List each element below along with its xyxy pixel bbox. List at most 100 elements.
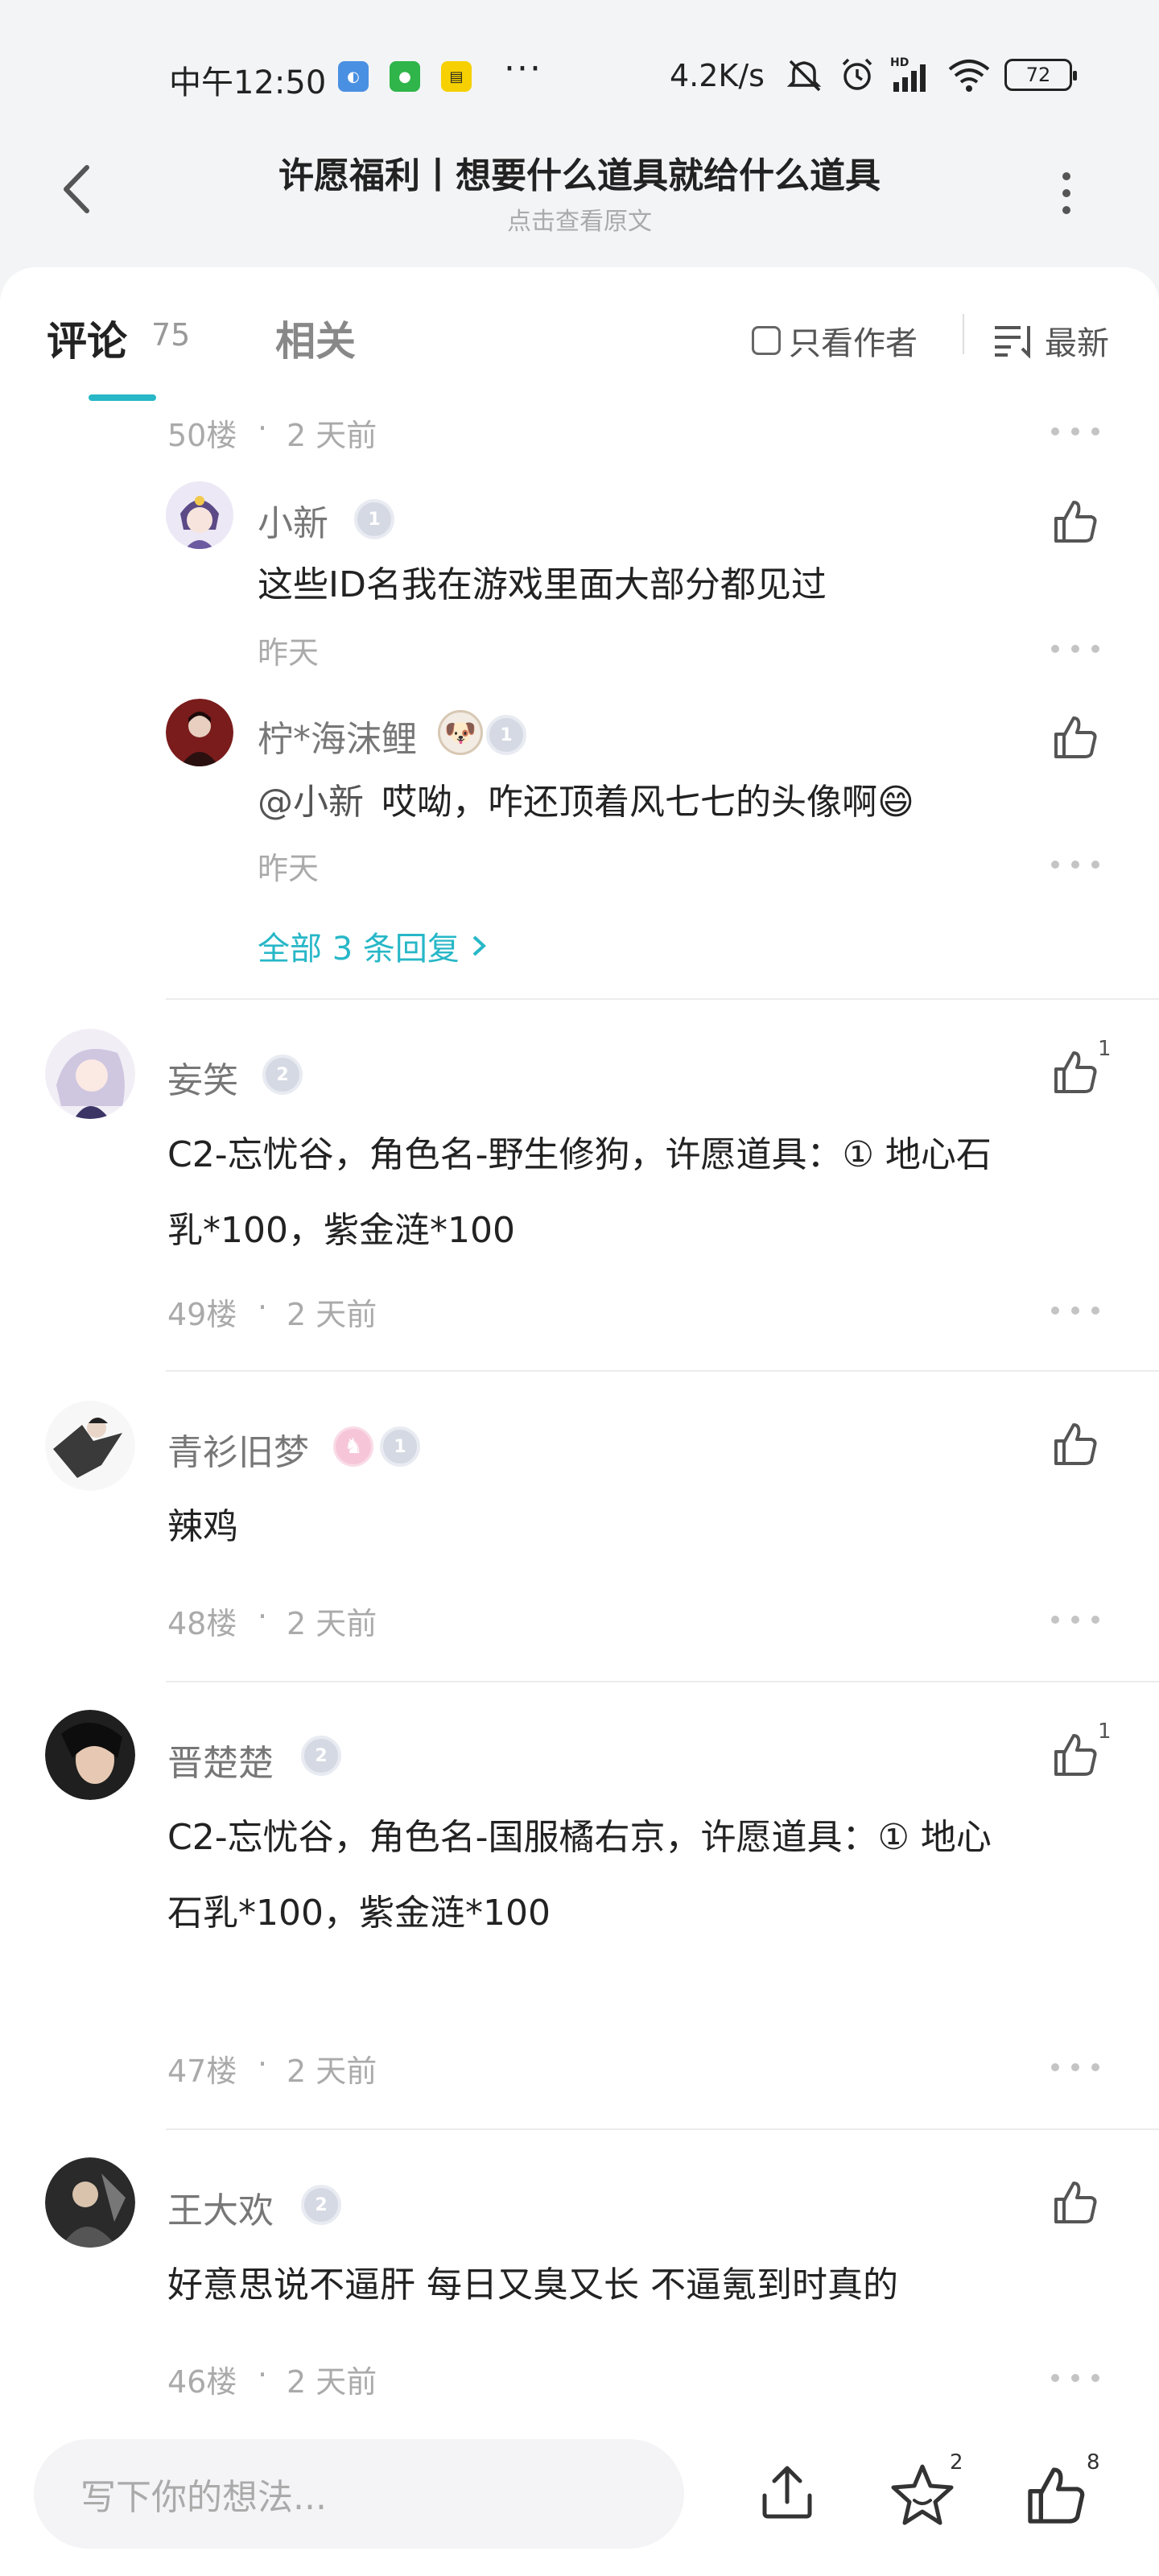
comment-more-button[interactable] bbox=[1051, 423, 1099, 440]
thumbs-up-icon bbox=[1054, 501, 1097, 543]
sort-label: 最新 bbox=[1045, 325, 1109, 362]
divider bbox=[166, 1370, 1159, 1372]
avatar[interactable] bbox=[45, 1401, 135, 1491]
level-badge: 1 bbox=[380, 1426, 420, 1467]
svg-text:HD: HD bbox=[890, 56, 909, 69]
favorite-button[interactable] bbox=[889, 2460, 956, 2528]
comment-input-placeholder: 写下你的想法... bbox=[80, 2477, 327, 2518]
reply-author-name[interactable]: 小新 bbox=[258, 494, 328, 546]
reply-time: 昨天 bbox=[258, 635, 320, 671]
tab-comments[interactable]: 评论 bbox=[47, 309, 127, 367]
avatar-image bbox=[45, 1029, 135, 1119]
network-speed: 4.2K/s bbox=[670, 58, 765, 93]
reply-content-row: @小新 哎呦，咋还顶着风七七的头像啊😄 bbox=[258, 766, 914, 839]
reply-more-button[interactable] bbox=[1051, 857, 1099, 873]
divider bbox=[166, 2128, 1159, 2130]
status-bar: 中午12:50 ◐ ● ▤ ··· 4.2K/s HD 72 bbox=[0, 0, 1159, 145]
sort-button[interactable]: 最新 bbox=[992, 317, 1109, 364]
level-badge: 2 bbox=[301, 1736, 341, 1776]
alarm-icon bbox=[842, 58, 872, 90]
kebab-dot bbox=[1062, 172, 1070, 180]
like-count: 1 bbox=[1098, 1719, 1112, 1744]
reply-author-name[interactable]: 柠*海沫鲤 bbox=[258, 710, 417, 762]
floor-number: 48楼 bbox=[167, 1606, 237, 1641]
thumbs-up-icon bbox=[1028, 2467, 1085, 2524]
level-number: 1 bbox=[500, 724, 513, 745]
avatar[interactable] bbox=[45, 1710, 135, 1800]
avatar-image bbox=[45, 1401, 135, 1491]
wechat-icon: ● bbox=[390, 61, 420, 92]
meta-separator: · bbox=[258, 411, 268, 446]
level-badge: 1 bbox=[486, 715, 526, 755]
view-original-link[interactable]: 点击查看原文 bbox=[177, 201, 982, 237]
sort-icon bbox=[995, 326, 1030, 358]
kebab-dot bbox=[1062, 206, 1070, 214]
reply-more-button[interactable] bbox=[1051, 641, 1099, 657]
signal-hd-icon: HD bbox=[890, 56, 926, 92]
mention-link[interactable]: @小新 bbox=[258, 766, 364, 839]
qq-browser-icon: ◐ bbox=[338, 61, 369, 92]
author-only-checkbox[interactable] bbox=[752, 326, 781, 355]
commenter-name[interactable]: 妄笑 bbox=[167, 1051, 238, 1103]
level-badge: 2 bbox=[301, 2185, 341, 2225]
comment-input[interactable]: 写下你的想法... bbox=[34, 2439, 684, 2549]
tab-indicator bbox=[89, 394, 156, 401]
commenter-name[interactable]: 王大欢 bbox=[167, 2182, 274, 2233]
tab-related[interactable]: 相关 bbox=[275, 309, 356, 367]
reply-time: 昨天 bbox=[258, 851, 320, 886]
post-like-button[interactable] bbox=[1024, 2463, 1088, 2528]
author-only-toggle[interactable]: 只看作者 bbox=[752, 317, 918, 364]
post-time: 2 天前 bbox=[287, 2364, 377, 2400]
avatar-image bbox=[45, 2157, 135, 2248]
post-time: 2 天前 bbox=[287, 1297, 377, 1332]
avatar[interactable] bbox=[166, 699, 233, 766]
avatar[interactable] bbox=[166, 481, 233, 549]
comment-more-button[interactable] bbox=[1051, 1612, 1099, 1628]
chevron-left-icon bbox=[64, 165, 89, 213]
back-button[interactable] bbox=[55, 161, 103, 217]
level-number: 2 bbox=[315, 1745, 328, 1766]
avatar-image bbox=[166, 699, 233, 766]
level-number: 2 bbox=[276, 1064, 289, 1085]
comment-line-1: 好意思说不逼肝 每日又臭又长 不逼氪到时真的 bbox=[167, 2264, 898, 2306]
like-button[interactable] bbox=[1051, 713, 1099, 762]
comment-line-1: C2-忘忧谷，角色名-野生修狗，许愿道具：① 地心石 bbox=[167, 1134, 992, 1175]
view-all-replies-link[interactable]: 全部 3 条回复 bbox=[258, 923, 489, 969]
meta-separator: · bbox=[258, 1599, 268, 1634]
more-options-button[interactable] bbox=[1054, 169, 1079, 217]
news-icon: ▤ bbox=[441, 61, 472, 92]
meta-separator: · bbox=[258, 2046, 268, 2082]
like-button[interactable] bbox=[1051, 1048, 1099, 1096]
like-button[interactable] bbox=[1051, 2178, 1099, 2227]
comment-line-2: 乳*100，紫金涟*100 bbox=[167, 1210, 515, 1251]
comment-more-button[interactable] bbox=[1051, 1302, 1099, 1319]
comment-more-button[interactable] bbox=[1051, 2059, 1099, 2075]
author-only-label: 只看作者 bbox=[789, 325, 918, 362]
kebab-dot bbox=[1062, 189, 1070, 197]
like-button[interactable] bbox=[1051, 1420, 1099, 1468]
comments-count: 75 bbox=[151, 317, 191, 353]
comment-more-button[interactable] bbox=[1051, 2370, 1099, 2386]
divider bbox=[166, 1681, 1159, 1682]
comment-line-1: C2-忘忧谷，角色名-国服橘右京，许愿道具：① 地心 bbox=[167, 1817, 992, 1858]
avatar[interactable] bbox=[45, 1029, 135, 1119]
share-button[interactable] bbox=[755, 2460, 819, 2524]
commenter-name[interactable]: 青衫旧梦 bbox=[167, 1423, 309, 1475]
thumbs-up-icon bbox=[1054, 1051, 1097, 1093]
level-number: 2 bbox=[315, 2194, 328, 2215]
avatar[interactable] bbox=[45, 2157, 135, 2248]
reply-content: 哎呦，咋还顶着风七七的头像啊😄 bbox=[382, 766, 914, 839]
more-notifications-icon: ··· bbox=[504, 48, 542, 89]
thumbs-up-icon bbox=[1054, 2182, 1097, 2223]
post-time: 2 天前 bbox=[287, 1606, 377, 1641]
like-button[interactable] bbox=[1051, 497, 1099, 546]
post-time: 2 天前 bbox=[287, 418, 377, 453]
avatar-image bbox=[166, 481, 233, 549]
grin-emoji-icon: 😄 bbox=[877, 782, 914, 823]
divider bbox=[166, 998, 1159, 1000]
level-badge: 2 bbox=[262, 1055, 303, 1095]
level-badge: 1 bbox=[354, 499, 394, 539]
mute-icon bbox=[786, 60, 822, 92]
like-button[interactable] bbox=[1051, 1731, 1099, 1779]
commenter-name[interactable]: 晋楚楚 bbox=[167, 1734, 274, 1785]
